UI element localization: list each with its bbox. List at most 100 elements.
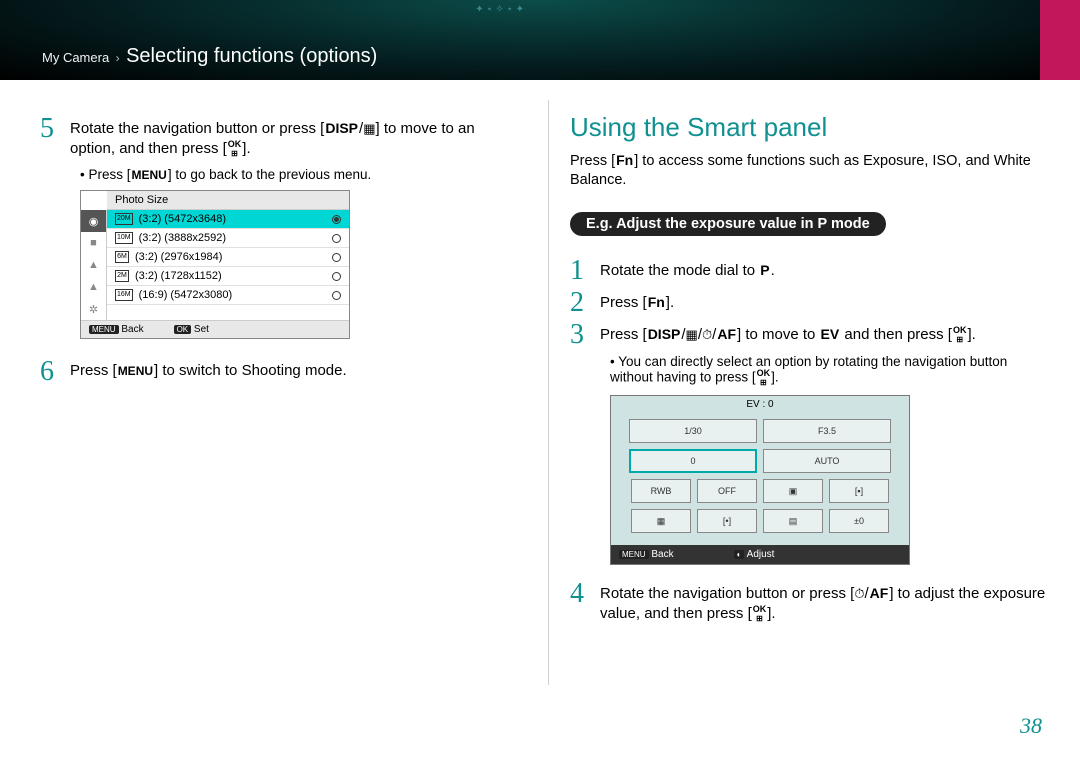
- intro-text: Press [Fn] to access some functions such…: [570, 151, 1050, 190]
- panel-title: EV : 0: [611, 396, 909, 413]
- size-icon: 16M: [115, 289, 133, 301]
- page-content: 5 Rotate the navigation button or press …: [0, 80, 1080, 632]
- panel-footer: MENU Back ◐ Adjust: [611, 545, 909, 564]
- text: ] to access some functions such as Expos…: [570, 153, 1031, 188]
- aperture-scale: F3.5: [763, 419, 891, 443]
- breadcrumb-sub: My Camera: [42, 50, 109, 65]
- panel-row: ▦ [•] ▤ ±0: [617, 509, 903, 533]
- text: ] to switch to Shooting mode.: [154, 362, 347, 379]
- text: and then press [: [840, 326, 952, 343]
- timer-icon: ⏱: [702, 327, 712, 342]
- panel-grid: 1/30 F3.5 0 AUTO RWB OFF ▣ [▪] ▦ [•] ▤: [611, 413, 909, 545]
- disp-key: DISP: [324, 118, 359, 138]
- step-number: 5: [40, 118, 70, 140]
- ok-key-badge: OK: [174, 325, 192, 334]
- text: Press [: [70, 362, 117, 379]
- size-icon: 10M: [115, 232, 133, 244]
- p-mode-key: P: [759, 260, 770, 280]
- menu-row: 2M (3:2) (1728x1152): [107, 267, 349, 286]
- row-label: (3:2) (5472x3648): [139, 213, 226, 225]
- left-column: 5 Rotate the navigation button or press …: [0, 90, 540, 632]
- text: Rotate the mode dial to: [600, 262, 759, 279]
- row-label: (16:9) (5472x3080): [139, 289, 233, 301]
- af-key: AF: [716, 324, 737, 344]
- example-pill: E.g. Adjust the exposure value in P mode: [570, 212, 886, 236]
- menu-key-badge: MENU: [619, 550, 649, 559]
- grid-icon: ▦: [686, 327, 698, 342]
- breadcrumb-title: Selecting functions (options): [126, 45, 377, 67]
- panel-cell: RWB: [631, 479, 691, 503]
- menu-title: Photo Size: [107, 191, 349, 210]
- text: E.g. Adjust the exposure value in: [586, 216, 818, 232]
- ok-key-icon: [752, 605, 768, 623]
- tab-video-icon: ■: [81, 232, 106, 254]
- menu-row: 16M (16:9) (5472x3080): [107, 286, 349, 305]
- step-text: Press [DISP/▦/⏱/AF] to move to EV and th…: [600, 324, 1050, 345]
- step-number: 4: [570, 583, 600, 605]
- panel-row: RWB OFF ▣ [▪]: [617, 479, 903, 503]
- dial-icon-badge: ◐: [734, 550, 745, 559]
- menu-row: 10M(3:2) (3888x2592): [107, 229, 349, 248]
- radio-icon: [332, 272, 341, 281]
- ok-key-icon: [227, 140, 243, 158]
- section-title: Using the Smart panel: [570, 112, 1050, 143]
- step-3: 3 Press [DISP/▦/⏱/AF] to move to EV and …: [570, 324, 1050, 346]
- breadcrumb-arrow-icon: ›: [114, 51, 122, 65]
- size-icon: 20M: [115, 213, 133, 225]
- right-column: Using the Smart panel Press [Fn] to acce…: [540, 90, 1080, 632]
- page-header: ✦ ⋆ ✧ ⋆ ✦ My Camera › Selecting function…: [0, 0, 1080, 80]
- step-text: Rotate the navigation button or press [⏱…: [600, 583, 1050, 624]
- timer-icon: ⏱: [854, 586, 864, 601]
- disp-key: DISP: [647, 324, 682, 344]
- menu-key: MENU: [131, 168, 168, 182]
- menu-row: 6M(3:2) (2976x1984): [107, 248, 349, 267]
- step-5: 5 Rotate the navigation button or press …: [40, 118, 510, 159]
- step-2: 2 Press [Fn].: [570, 292, 1050, 314]
- panel-cell: ▣: [763, 479, 823, 503]
- decorative-sparkles: ✦ ⋆ ✧ ⋆ ✦: [475, 4, 524, 15]
- val: F3.5: [818, 426, 836, 436]
- radio-selected-icon: [332, 215, 341, 224]
- step-number: 2: [570, 292, 600, 314]
- text: .: [771, 262, 775, 279]
- text: Press [: [570, 153, 615, 169]
- val: AUTO: [815, 456, 840, 466]
- panel-cell: ▤: [763, 509, 823, 533]
- menu-rows: 20M (3:2) (5472x3648) 10M(3:2) (3888x2592…: [107, 210, 349, 320]
- radio-icon: [332, 234, 341, 243]
- val: 0: [690, 456, 695, 466]
- ev-scale: 0: [629, 449, 757, 473]
- ev-key: EV: [820, 324, 841, 344]
- panel-cell: ±0: [829, 509, 889, 533]
- row-label: (3:2) (2976x1984): [135, 251, 222, 263]
- smart-panel-diagram: EV : 0 1/30 F3.5 0 AUTO RWB OFF ▣ [▪] ▦: [610, 395, 910, 565]
- header-accent-stripe: [1040, 0, 1080, 80]
- row-label: (3:2) (1728x1152): [135, 270, 222, 282]
- panel-row: 0 AUTO: [617, 449, 903, 473]
- step-text: Press [MENU] to switch to Shooting mode.: [70, 361, 510, 381]
- shutter-scale: 1/30: [629, 419, 757, 443]
- grid-icon: ▦: [363, 121, 375, 136]
- step-4: 4 Rotate the navigation button or press …: [570, 583, 1050, 624]
- menu-key-badge: MENU: [89, 325, 119, 334]
- tab-user-icon: ▲: [81, 254, 106, 276]
- panel-cell: OFF: [697, 479, 757, 503]
- text: You can directly select an option by rot…: [610, 354, 1007, 385]
- ok-key-icon: [756, 369, 772, 387]
- text: ].: [767, 605, 775, 622]
- text: Rotate the navigation button or press [: [70, 120, 324, 137]
- text: ].: [666, 294, 674, 311]
- menu-footer: MENU Back OK Set: [81, 320, 349, 338]
- text: ].: [242, 140, 250, 157]
- menu-tabs: ◉ ■ ▲ ▲ ✲: [81, 210, 107, 320]
- size-icon: 2M: [115, 270, 129, 282]
- menu-key: MENU: [117, 361, 154, 381]
- tab-settings-icon: ✲: [81, 298, 106, 320]
- menu-row: 20M (3:2) (5472x3648): [107, 210, 349, 229]
- text: Press [: [88, 167, 130, 182]
- ok-key-icon: [952, 326, 968, 344]
- radio-icon: [332, 253, 341, 262]
- step-5-subnote: Press [MENU] to go back to the previous …: [80, 167, 510, 182]
- text: Rotate the navigation button or press [: [600, 585, 854, 602]
- fn-key: Fn: [615, 151, 634, 170]
